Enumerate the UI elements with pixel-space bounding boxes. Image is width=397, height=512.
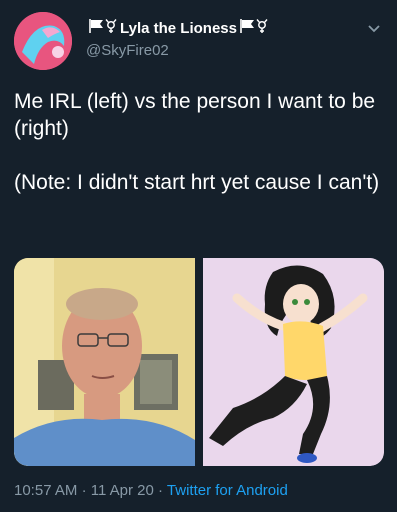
tweet-card[interactable]: Lyla the Lioness @SkyFire02 Me IRL (left… [0,0,397,512]
display-name[interactable]: Lyla the Lioness [120,20,237,37]
user-handle[interactable]: @SkyFire02 [86,42,169,59]
chevron-down-icon[interactable] [367,22,381,36]
avatar[interactable] [14,12,72,70]
tweet-source-link[interactable]: Twitter for Android [167,482,288,499]
meta-separator: · [158,482,164,499]
tweet-meta: 10:57 AM · 11 Apr 20 · Twitter for Andro… [14,482,288,499]
tweet-text: Me IRL (left) vs the person I want to be… [14,90,380,194]
photo-illustration[interactable] [203,258,384,466]
transgender-flag-icon [88,18,118,38]
meta-separator: · [81,482,87,499]
media-gallery[interactable] [14,258,384,466]
tweet-date[interactable]: 11 Apr 20 [91,482,154,499]
transgender-flag-icon [239,18,269,38]
tweet-time[interactable]: 10:57 AM [14,482,77,499]
photo-irl[interactable] [14,258,195,466]
